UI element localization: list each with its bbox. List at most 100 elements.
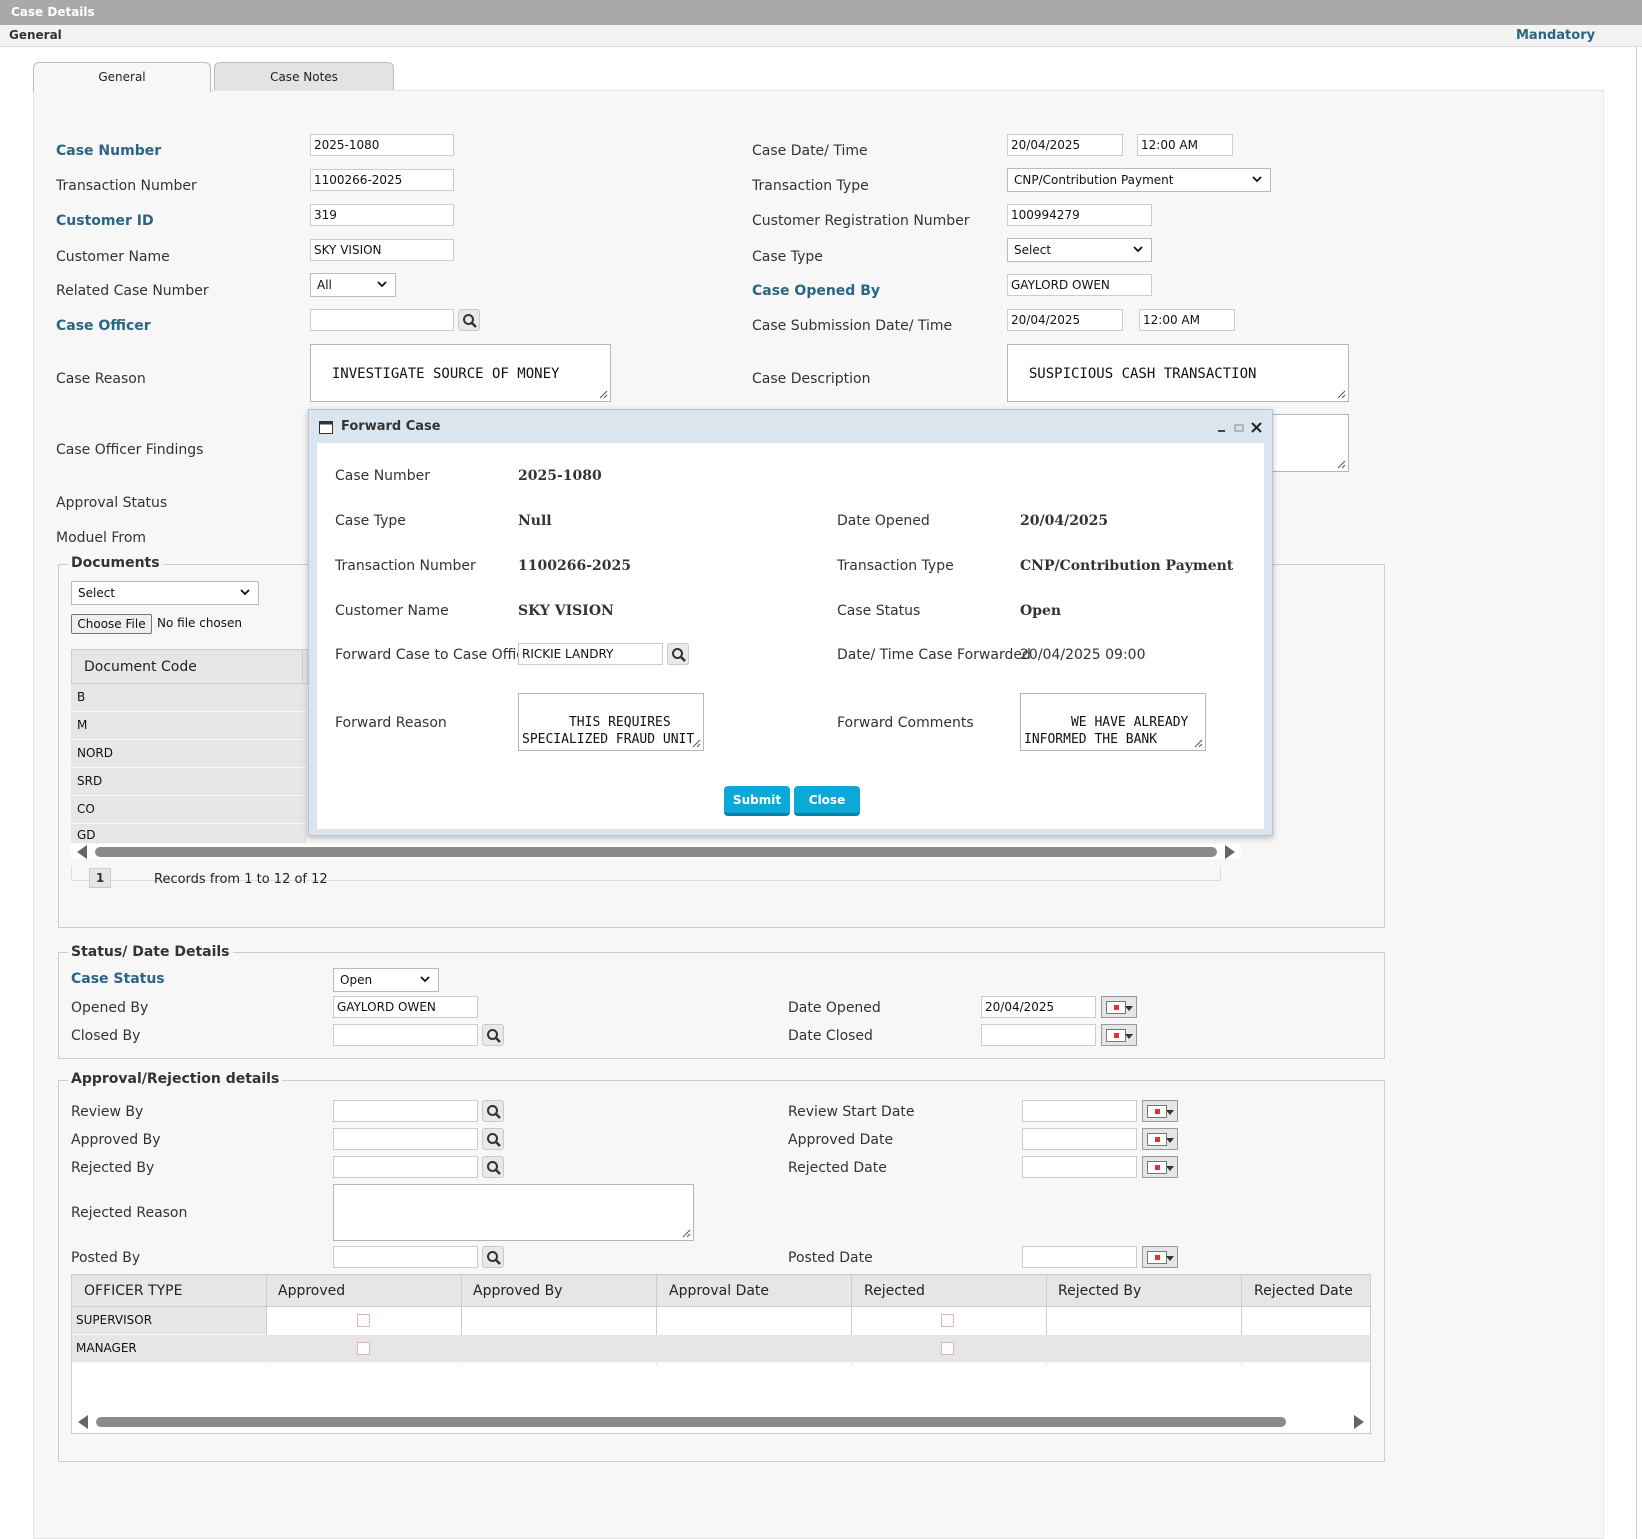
case-officer-search-button[interactable]	[458, 309, 480, 331]
close-button[interactable]: Close	[794, 786, 860, 816]
approved-by-field[interactable]	[333, 1128, 478, 1150]
resize-grip-icon[interactable]	[681, 1228, 691, 1238]
case-submission-date-field[interactable]: 20/04/2025	[1007, 309, 1123, 331]
closed-by-search-button[interactable]	[482, 1024, 504, 1046]
table-row[interactable]: NORD	[71, 740, 307, 768]
search-icon	[672, 648, 686, 662]
resize-grip-icon[interactable]	[1193, 738, 1203, 748]
case-status-select[interactable]: Open	[333, 968, 439, 992]
review-by-search-button[interactable]	[482, 1100, 504, 1122]
manager-rejected-checkbox[interactable]	[941, 1342, 954, 1355]
customer-registration-number-field[interactable]: 100994279	[1007, 204, 1152, 226]
forward-officer-field[interactable]: RICKIE LANDRY	[518, 643, 663, 665]
date-opened-calendar-button[interactable]	[1101, 996, 1137, 1018]
customer-name-field[interactable]: SKY VISION	[310, 239, 454, 261]
case-reason-textarea[interactable]: INVESTIGATE SOURCE OF MONEY	[310, 344, 611, 402]
manager-approved-checkbox[interactable]	[357, 1342, 370, 1355]
records-count: Records from 1 to 12 of 12	[154, 872, 328, 887]
documents-legend: Documents	[68, 555, 163, 571]
resize-grip-icon[interactable]	[691, 738, 701, 748]
closed-by-field[interactable]	[333, 1024, 478, 1046]
search-icon	[487, 1029, 501, 1043]
case-officer-field[interactable]	[310, 309, 454, 331]
table-row[interactable]: GD	[71, 824, 307, 844]
case-type-select[interactable]: Select	[1007, 238, 1152, 262]
dialog-title: Forward Case	[341, 419, 441, 434]
case-date-field[interactable]: 20/04/2025	[1007, 134, 1123, 156]
modal-case-type-value: Null	[518, 513, 552, 529]
review-start-date-calendar-button[interactable]	[1142, 1100, 1178, 1122]
posted-by-field[interactable]	[333, 1246, 478, 1268]
review-by-field[interactable]	[333, 1100, 478, 1122]
date-closed-field[interactable]	[981, 1024, 1096, 1046]
officer-table-scrollbar[interactable]	[72, 1414, 1370, 1429]
modal-case-status-value: Open	[1020, 603, 1062, 619]
forward-officer-search-button[interactable]	[667, 643, 689, 665]
calendar-icon	[1147, 1161, 1167, 1174]
maximize-icon[interactable]	[1234, 423, 1244, 433]
posted-date-field[interactable]	[1022, 1246, 1137, 1268]
opened-by-field[interactable]: GAYLORD OWEN	[333, 996, 478, 1018]
calendar-icon	[1147, 1251, 1167, 1264]
case-opened-by-field[interactable]: GAYLORD OWEN	[1007, 274, 1152, 296]
table-row[interactable]: SRD	[71, 768, 307, 796]
chevron-down-icon	[420, 976, 430, 983]
window-title: Case Details	[0, 0, 1642, 25]
supervisor-approved-checkbox[interactable]	[357, 1314, 370, 1327]
forward-reason-textarea[interactable]: THIS REQUIRES SPECIALIZED FRAUD UNIT INT…	[518, 693, 704, 751]
date-opened-field[interactable]: 20/04/2025	[981, 996, 1096, 1018]
dialog-header[interactable]: Forward Case	[309, 410, 1272, 443]
transaction-number-field[interactable]: 1100266-2025	[310, 169, 454, 191]
rejected-date-calendar-button[interactable]	[1142, 1156, 1178, 1178]
case-description-textarea[interactable]: SUSPICIOUS CASH TRANSACTION	[1007, 344, 1349, 402]
modal-case-status-label: Case Status	[837, 603, 921, 619]
section-bar: General Mandatory	[0, 25, 1642, 47]
table-row[interactable]: M	[71, 712, 307, 740]
tab-case-notes[interactable]: Case Notes	[214, 62, 394, 91]
document-type-select[interactable]: Select	[71, 581, 259, 605]
rejected-reason-textarea[interactable]	[333, 1184, 694, 1241]
resize-grip-icon[interactable]	[1336, 459, 1346, 469]
posted-date-calendar-button[interactable]	[1142, 1246, 1178, 1268]
table-row[interactable]: B	[71, 684, 307, 712]
document-code-cell: M	[77, 718, 88, 732]
transaction-type-select[interactable]: CNP/Contribution Payment	[1007, 168, 1271, 192]
approved-by-search-button[interactable]	[482, 1128, 504, 1150]
customer-id-label: Customer ID	[56, 213, 154, 229]
supervisor-rejected-checkbox[interactable]	[941, 1314, 954, 1327]
resize-grip-icon[interactable]	[1336, 389, 1346, 399]
table-row[interactable]: CO	[71, 796, 307, 824]
table-row[interactable]: MANAGER	[72, 1335, 1370, 1363]
rejected-by-search-button[interactable]	[482, 1156, 504, 1178]
rejected-date-field[interactable]	[1022, 1156, 1137, 1178]
scroll-thumb[interactable]	[95, 847, 1217, 857]
review-start-date-field[interactable]	[1022, 1100, 1137, 1122]
case-time-field[interactable]: 12:00 AM	[1137, 134, 1233, 156]
approved-date-field[interactable]	[1022, 1128, 1137, 1150]
case-number-field[interactable]: 2025-1080	[310, 134, 454, 156]
forward-reason-label: Forward Reason	[335, 715, 447, 731]
table-row[interactable]: SUPERVISOR	[72, 1307, 266, 1335]
scroll-right-arrow[interactable]	[1354, 1415, 1364, 1429]
posted-by-search-button[interactable]	[482, 1246, 504, 1268]
tab-general[interactable]: General	[33, 62, 211, 92]
documents-scrollbar[interactable]	[71, 844, 1241, 859]
case-submission-time-field[interactable]: 12:00 AM	[1139, 309, 1235, 331]
resize-grip-icon[interactable]	[598, 389, 608, 399]
minimize-icon[interactable]	[1217, 423, 1227, 433]
forward-comments-textarea[interactable]: WE HAVE ALREADY INFORMED THE BANK	[1020, 693, 1206, 751]
rejected-reason-label: Rejected Reason	[71, 1205, 188, 1221]
choose-file-button[interactable]: Choose File	[71, 614, 152, 634]
close-icon[interactable]	[1251, 422, 1262, 433]
date-closed-calendar-button[interactable]	[1101, 1024, 1137, 1046]
approved-date-calendar-button[interactable]	[1142, 1128, 1178, 1150]
scroll-right-arrow[interactable]	[1225, 845, 1235, 859]
scroll-left-arrow[interactable]	[77, 845, 87, 859]
scroll-thumb[interactable]	[96, 1417, 1286, 1427]
submit-button[interactable]: Submit	[724, 786, 790, 816]
related-case-number-select[interactable]: All	[310, 273, 396, 297]
rejected-by-field[interactable]	[333, 1156, 478, 1178]
customer-id-field[interactable]: 319	[310, 204, 454, 226]
page-button[interactable]: 1	[89, 868, 111, 888]
scroll-left-arrow[interactable]	[78, 1415, 88, 1429]
